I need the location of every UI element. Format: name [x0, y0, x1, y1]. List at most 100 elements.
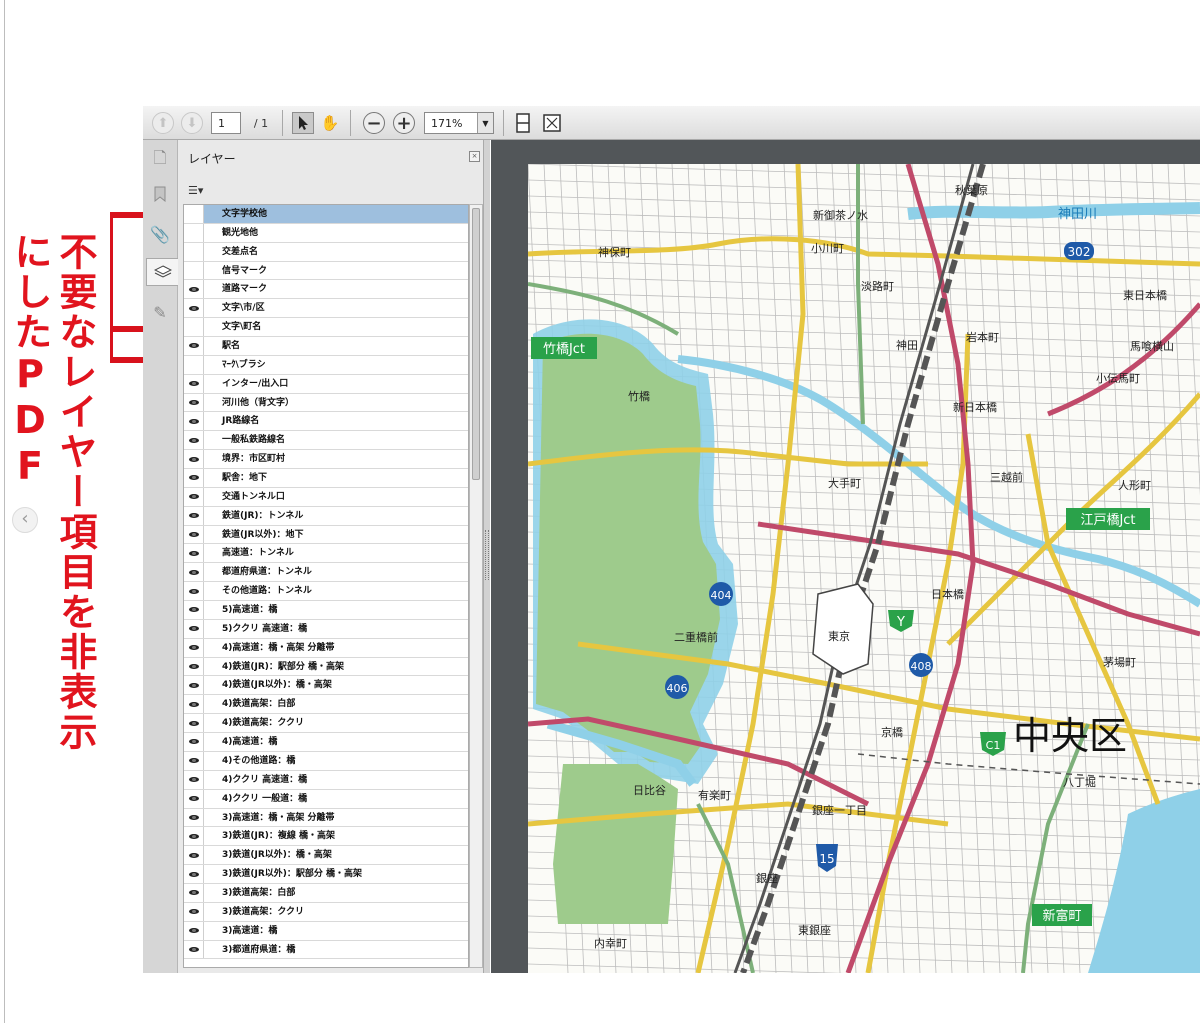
layer-visibility-toggle[interactable] — [184, 733, 204, 751]
layer-visibility-toggle[interactable] — [184, 223, 204, 242]
layer-visibility-toggle[interactable] — [184, 808, 204, 827]
layer-row[interactable]: 河川他（背文字） — [184, 393, 468, 413]
layer-row[interactable]: 一般私鉄路線名 — [184, 431, 468, 451]
layer-row[interactable]: 4)鉄道(JR以外)：橋・高架 — [184, 676, 468, 696]
layer-visibility-toggle[interactable] — [184, 601, 204, 619]
layer-row[interactable]: 文字\町名 — [184, 318, 468, 338]
fit-page-button[interactable] — [512, 112, 534, 134]
zoom-in-button[interactable]: + — [393, 112, 415, 134]
layer-row[interactable]: 都道府県道：トンネル — [184, 563, 468, 583]
layers-button[interactable] — [146, 258, 179, 286]
layer-visibility-toggle[interactable] — [184, 355, 204, 374]
layer-row[interactable]: 観光地他 — [184, 223, 468, 243]
layer-visibility-toggle[interactable] — [184, 506, 204, 525]
signatures-button[interactable]: ✎ — [147, 298, 173, 326]
scrollbar-thumb[interactable] — [472, 208, 480, 480]
layer-row[interactable]: 交通トンネル口 — [184, 487, 468, 507]
layer-row[interactable]: 駅舎：地下 — [184, 469, 468, 488]
attachments-button[interactable]: 📎 — [147, 220, 173, 248]
layer-row[interactable]: 3)鉄道(JR)：複線 橋・高架 — [184, 827, 468, 847]
layer-row[interactable]: 3)鉄道(JR以外)：駅部分 橋・高架 — [184, 865, 468, 884]
layer-row[interactable]: 道路マーク — [184, 280, 468, 300]
layer-row[interactable]: 4)ククリ 高速道：橋 — [184, 770, 468, 790]
page-number-input[interactable]: 1 — [211, 112, 241, 134]
layer-visibility-toggle[interactable] — [184, 902, 204, 921]
layer-row[interactable]: 鉄道(JR)：トンネル — [184, 506, 468, 526]
layer-visibility-toggle[interactable] — [184, 450, 204, 469]
layer-row[interactable]: 5)高速道：橋 — [184, 601, 468, 620]
zoom-out-button[interactable]: − — [363, 112, 385, 134]
layer-visibility-toggle[interactable] — [184, 563, 204, 582]
select-tool-button[interactable] — [292, 112, 314, 134]
layer-row[interactable]: 4)鉄道(JR)：駅部分 橋・高架 — [184, 657, 468, 677]
layer-visibility-toggle[interactable] — [184, 695, 204, 714]
layer-visibility-toggle[interactable] — [184, 714, 204, 733]
layer-row[interactable]: 高速道：トンネル — [184, 544, 468, 564]
layer-visibility-toggle[interactable] — [184, 374, 204, 393]
full-screen-button[interactable] — [541, 112, 563, 134]
layer-visibility-toggle[interactable] — [184, 789, 204, 808]
layer-row[interactable]: 3)高速道：橋・高架 分離帯 — [184, 808, 468, 828]
layer-row[interactable]: JR路線名 — [184, 412, 468, 432]
layer-row[interactable]: 文字学校他 — [184, 205, 468, 224]
layer-visibility-toggle[interactable] — [184, 582, 204, 601]
layer-row[interactable]: 駅名 — [184, 337, 468, 356]
layer-row[interactable]: 4)その他道路：橋 — [184, 751, 468, 771]
layer-visibility-toggle[interactable] — [184, 751, 204, 770]
layer-row[interactable]: ﾏｰｸ\ブラシ — [184, 355, 468, 375]
layer-visibility-toggle[interactable] — [184, 657, 204, 676]
layer-visibility-toggle[interactable] — [184, 205, 204, 223]
panel-close-button[interactable]: × — [469, 151, 480, 162]
layer-visibility-toggle[interactable] — [184, 261, 204, 280]
layer-row[interactable]: その他道路：トンネル — [184, 582, 468, 602]
layer-row[interactable]: 3)鉄道(JR以外)：橋・高架 — [184, 846, 468, 866]
layer-row[interactable]: 3)鉄道高架：白部 — [184, 883, 468, 903]
layer-visibility-toggle[interactable] — [184, 299, 204, 318]
layer-row[interactable]: 3)鉄道高架：ククリ — [184, 902, 468, 922]
layer-row[interactable]: 境界：市区町村 — [184, 450, 468, 470]
layer-visibility-toggle[interactable] — [184, 469, 204, 487]
layer-row[interactable]: 5)ククリ 高速道：橋 — [184, 619, 468, 639]
layer-visibility-toggle[interactable] — [184, 827, 204, 846]
layer-visibility-toggle[interactable] — [184, 638, 204, 657]
layer-visibility-toggle[interactable] — [184, 883, 204, 902]
previous-page-button[interactable]: ⬆ — [152, 112, 174, 134]
page-thumbnails-button[interactable]: 🗋 — [147, 146, 173, 174]
zoom-level-select[interactable]: 171% ▼ — [424, 112, 494, 134]
layer-visibility-toggle[interactable] — [184, 431, 204, 450]
layer-visibility-toggle[interactable] — [184, 940, 204, 959]
layer-visibility-toggle[interactable] — [184, 412, 204, 431]
layer-row[interactable]: 鉄道(JR以外)：地下 — [184, 525, 468, 545]
layer-visibility-toggle[interactable] — [184, 280, 204, 299]
layer-visibility-toggle[interactable] — [184, 921, 204, 940]
layer-row[interactable]: 交差点名 — [184, 242, 468, 262]
next-page-button[interactable]: ⬇ — [181, 112, 203, 134]
layer-visibility-toggle[interactable] — [184, 525, 204, 544]
hand-tool-button[interactable]: ✋ — [319, 112, 341, 134]
layer-visibility-toggle[interactable] — [184, 544, 204, 563]
layer-visibility-toggle[interactable] — [184, 846, 204, 865]
layer-visibility-toggle[interactable] — [184, 393, 204, 412]
layer-row[interactable]: 4)高速道：橋 — [184, 733, 468, 752]
layer-options-button[interactable]: ☰▾ — [188, 183, 210, 197]
layer-visibility-toggle[interactable] — [184, 770, 204, 789]
layer-visibility-toggle[interactable] — [184, 865, 204, 883]
layer-row[interactable]: 4)高速道：橋・高架 分離帯 — [184, 638, 468, 658]
layer-list-scrollbar[interactable] — [469, 204, 483, 968]
layer-row[interactable]: 4)鉄道高架：ククリ — [184, 714, 468, 734]
layer-visibility-toggle[interactable] — [184, 619, 204, 638]
layer-row[interactable]: 文字\市/区 — [184, 299, 468, 319]
layer-row[interactable]: 4)鉄道高架：白部 — [184, 695, 468, 715]
layer-row[interactable]: 3)高速道：橋 — [184, 921, 468, 941]
layer-visibility-toggle[interactable] — [184, 318, 204, 337]
layer-visibility-toggle[interactable] — [184, 337, 204, 355]
bookmarks-button[interactable] — [147, 180, 173, 208]
carousel-prev-arrow[interactable]: ‹ — [12, 507, 38, 533]
layer-visibility-toggle[interactable] — [184, 487, 204, 506]
layer-row[interactable]: インター/出入口 — [184, 374, 468, 394]
layer-row[interactable]: 4)ククリ 一般道：橋 — [184, 789, 468, 809]
layer-row[interactable]: 信号マーク — [184, 261, 468, 281]
panel-splitter[interactable] — [483, 140, 490, 973]
layer-visibility-toggle[interactable] — [184, 242, 204, 261]
layer-visibility-toggle[interactable] — [184, 676, 204, 695]
